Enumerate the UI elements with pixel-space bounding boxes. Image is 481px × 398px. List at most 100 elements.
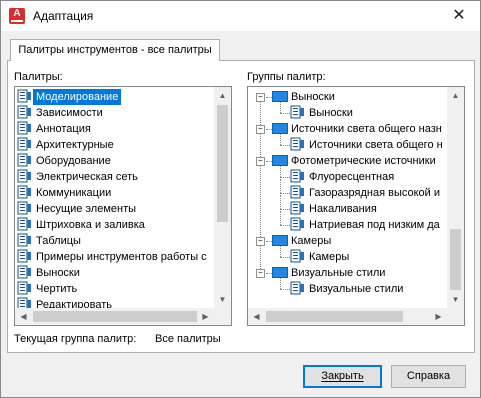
palette-list-item[interactable]: Несущие элементы [17,201,212,217]
scroll-down-icon[interactable]: ▼ [214,291,231,308]
palette-item-label: Электрическая сеть [36,171,138,183]
collapse-icon[interactable]: − [256,125,265,134]
tree-node-label: Визуальные стили [291,267,386,279]
tree-node-label: Источники света общего н [309,139,443,151]
scroll-left-icon[interactable]: ◀ [15,308,32,325]
palette-item-label: Таблицы [36,235,81,247]
tree-node-label: Натриевая под низким да [309,219,440,231]
tree-connector [280,145,290,146]
scroll-corner [214,308,231,325]
collapse-icon[interactable]: − [256,93,265,102]
scroll-right-icon[interactable]: ▶ [430,308,447,325]
tree-palette-node[interactable]: Газоразрядная высокой и [290,185,443,201]
close-window-icon[interactable]: ✕ [444,4,474,28]
tool-palette-icon [290,201,306,215]
groups-vscrollbar[interactable]: ▲ ▼ [447,87,464,308]
tree-node-label: Газоразрядная высокой и [309,187,440,199]
palette-list-item[interactable]: Электрическая сеть [17,169,212,185]
palette-list-item[interactable]: Архитектурные [17,137,212,153]
help-button-label: Справка [406,370,451,382]
tool-palette-icon [17,89,33,103]
tree-connector [280,289,290,290]
palette-list-item[interactable]: Таблицы [17,233,212,249]
tree-connector [280,193,290,194]
scroll-down-icon[interactable]: ▼ [447,291,464,308]
tree-group-node[interactable]: Источники света общего назн [272,121,445,137]
tool-palette-icon [290,105,306,119]
scroll-thumb[interactable] [33,311,197,322]
app-icon: A [9,8,25,24]
tree-node-label: Камеры [291,235,332,247]
palette-groups-label: Группы палитр: [247,71,326,83]
palette-list-item[interactable]: Коммуникации [17,185,212,201]
current-group-value: Все палитры [155,333,221,345]
collapse-icon[interactable]: − [256,237,265,246]
palette-item-label: Зависимости [36,107,103,119]
scroll-right-icon[interactable]: ▶ [197,308,214,325]
palettes-vscrollbar[interactable]: ▲ ▼ [214,87,231,308]
tree-palette-node[interactable]: Визуальные стили [290,281,406,297]
palette-list-item[interactable]: Зависимости [17,105,212,121]
palette-item-label: Коммуникации [36,187,112,199]
palette-list-item[interactable]: Оборудование [17,153,212,169]
palette-list-item[interactable]: Примеры инструментов работы с [17,249,212,265]
tool-palette-icon [290,169,306,183]
palette-item-label: Примеры инструментов работы с [36,251,207,263]
palette-item-label: Несущие элементы [36,203,137,215]
tool-palette-icon [17,265,33,279]
tree-palette-node[interactable]: Источники света общего н [290,137,446,153]
tree-group-node[interactable]: Визуальные стили [272,265,388,281]
tool-palette-icon [17,249,33,263]
palette-list-item[interactable]: Штриховка и заливка [17,217,212,233]
tree-node-label: Источники света общего назн [291,123,442,135]
tool-palette-icon [17,137,33,151]
palette-groups-tree[interactable]: − Выноски Выноски − Источники света общего н… [247,86,465,326]
scroll-thumb[interactable] [450,229,461,290]
palette-item-label: Моделирование [33,89,122,105]
tree-palette-node[interactable]: Накаливания [290,201,380,217]
tree-group-node[interactable]: Камеры [272,233,334,249]
scroll-thumb[interactable] [217,105,228,222]
tree-node-label: Выноски [291,91,335,103]
collapse-icon[interactable]: − [256,157,265,166]
groups-hscrollbar[interactable]: ◀ ▶ [248,308,447,325]
tree-palette-node[interactable]: Выноски [290,105,356,121]
palette-list-item[interactable]: Аннотация [17,121,212,137]
close-button[interactable]: Закрыть [303,365,382,388]
palettes-hscrollbar[interactable]: ◀ ▶ [15,308,214,325]
tool-palette-icon [17,121,33,135]
tree-palette-node[interactable]: Натриевая под низким да [290,217,443,233]
tool-palette-icon [17,217,33,231]
tree-palette-node[interactable]: Флуоресцентная [290,169,397,185]
tree-node-label: Флуоресцентная [309,171,395,183]
palette-list-item[interactable]: Чертить [17,281,212,297]
tree-group-node[interactable]: Выноски [272,89,338,105]
palette-list-item[interactable]: Выноски [17,265,212,281]
tree-group-node[interactable]: Фотометрические источники [272,153,439,169]
palette-item-label: Чертить [36,283,78,295]
collapse-icon[interactable]: − [256,269,265,278]
window-title: Адаптация [33,9,94,23]
tree-connector [280,179,281,193]
tool-palette-icon [290,217,306,231]
palettes-label: Палитры: [14,71,63,83]
title-bar: A Адаптация ✕ [1,1,480,31]
scroll-up-icon[interactable]: ▲ [447,87,464,104]
scroll-left-icon[interactable]: ◀ [248,308,265,325]
palettes-listbox[interactable]: Моделирование Зависимости Аннотация Архитек… [14,86,232,326]
tree-node-label: Камеры [309,251,350,263]
tree-connector [280,177,290,178]
scroll-thumb[interactable] [266,311,403,322]
help-button[interactable]: Справка [391,365,466,388]
tree-connector [280,163,281,177]
scroll-corner [447,308,464,325]
tree-node-label: Визуальные стили [309,283,404,295]
scroll-up-icon[interactable]: ▲ [214,87,231,104]
tree-palette-node[interactable]: Камеры [290,249,352,265]
tab-all-palettes[interactable]: Палитры инструментов - все палитры [10,39,220,61]
tree-connector [280,113,290,114]
tool-palette-icon [17,169,33,183]
palette-list-item[interactable]: Моделирование [17,89,212,105]
tool-palette-icon [290,137,306,151]
tree-connector [280,195,281,209]
